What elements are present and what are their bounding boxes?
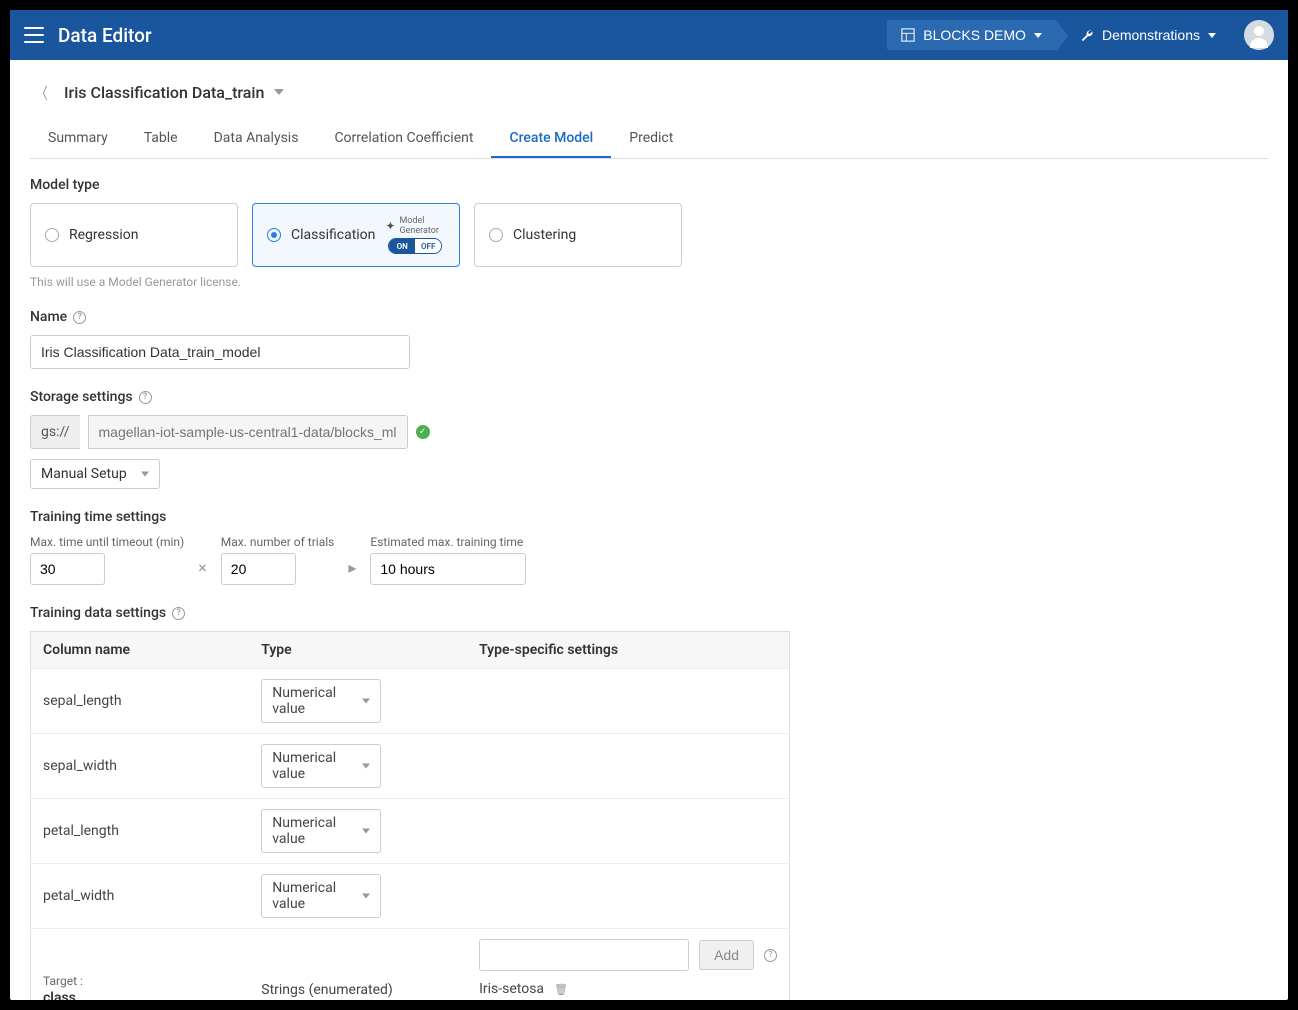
caret-down-icon xyxy=(1208,33,1216,38)
model-generator-label: Model Generator xyxy=(399,216,445,236)
est-time-label: Estimated max. training time xyxy=(370,535,526,549)
tab-predict[interactable]: Predict xyxy=(611,120,691,158)
check-circle-icon: ✓ xyxy=(416,425,430,439)
menu-icon[interactable] xyxy=(24,27,44,43)
storage-path-input[interactable] xyxy=(88,415,408,449)
storage-label: Storage settings xyxy=(30,389,133,405)
model-type-hint: This will use a Model Generator license. xyxy=(30,275,1268,289)
model-type-regression[interactable]: Regression xyxy=(30,203,238,267)
type-select[interactable]: Numerical value xyxy=(261,809,381,853)
tab-create-model[interactable]: Create Model xyxy=(491,120,611,158)
data-settings-label: Training data settings xyxy=(30,605,166,621)
help-icon[interactable]: ? xyxy=(764,949,777,962)
project-label: Demonstrations xyxy=(1102,27,1200,43)
breadcrumb-dropdown-icon[interactable] xyxy=(274,89,284,95)
avatar[interactable] xyxy=(1244,20,1274,50)
layers-icon xyxy=(901,28,915,42)
type-select[interactable]: Numerical value xyxy=(261,874,381,918)
type-select[interactable]: Numerical value xyxy=(261,744,381,788)
app-header: Data Editor BLOCKS DEMO Demonstrations xyxy=(10,10,1288,60)
spark-icon: ✦ xyxy=(385,219,395,233)
help-icon[interactable]: ? xyxy=(139,391,152,404)
trash-icon[interactable]: 🗑 xyxy=(554,983,568,996)
enum-value-input[interactable] xyxy=(479,939,689,971)
regression-label: Regression xyxy=(69,227,139,243)
workspace-button[interactable]: BLOCKS DEMO xyxy=(887,20,1056,50)
col-header-specific: Type-specific settings xyxy=(467,632,789,669)
table-row-target: Target : class Strings (enumerated) Add … xyxy=(31,929,790,1001)
max-trials-label: Max. number of trials xyxy=(221,535,335,549)
storage-setup-value: Manual Setup xyxy=(41,466,127,482)
storage-setup-select[interactable]: Manual Setup xyxy=(30,459,160,489)
enum-item: Iris-setosa 🗑 xyxy=(479,981,777,997)
add-enum-button[interactable]: Add xyxy=(699,940,754,970)
clustering-label: Clustering xyxy=(513,227,576,243)
radio-icon xyxy=(45,228,59,242)
column-name: petal_width xyxy=(31,864,250,929)
wrench-icon xyxy=(1080,28,1094,42)
type-select[interactable]: Numerical value xyxy=(261,679,381,723)
help-icon[interactable]: ? xyxy=(73,311,86,324)
max-time-input[interactable] xyxy=(30,553,105,585)
radio-checked-icon xyxy=(267,228,281,242)
radio-icon xyxy=(489,228,503,242)
app-title: Data Editor xyxy=(58,24,152,47)
tab-correlation[interactable]: Correlation Coefficient xyxy=(316,120,491,158)
col-header-name: Column name xyxy=(31,632,250,669)
table-row: sepal_length Numerical value xyxy=(31,669,790,734)
project-button[interactable]: Demonstrations xyxy=(1056,20,1230,50)
toggle-off: OFF xyxy=(415,239,441,253)
workspace-label: BLOCKS DEMO xyxy=(923,27,1026,43)
training-time-label: Training time settings xyxy=(30,509,1268,525)
breadcrumb-title: Iris Classification Data_train xyxy=(64,83,264,102)
classification-label: Classification xyxy=(291,227,375,243)
target-prefix: Target : xyxy=(43,974,237,988)
table-row: petal_width Numerical value xyxy=(31,864,790,929)
tab-data-analysis[interactable]: Data Analysis xyxy=(196,120,317,158)
caret-down-icon xyxy=(1034,33,1042,38)
back-chevron-icon[interactable]: 〈 xyxy=(34,76,51,108)
max-trials-input[interactable] xyxy=(221,553,296,585)
model-type-label: Model type xyxy=(30,177,1268,193)
model-type-clustering[interactable]: Clustering xyxy=(474,203,682,267)
model-type-classification[interactable]: Classification ✦ Model Generator ON OFF xyxy=(252,203,460,267)
column-name: petal_length xyxy=(31,799,250,864)
arrow-right-icon: ▸ xyxy=(348,558,356,585)
model-name-input[interactable] xyxy=(30,335,410,369)
max-time-label: Max. time until timeout (min) xyxy=(30,535,184,549)
column-name: sepal_width xyxy=(31,734,250,799)
training-data-table: Column name Type Type-specific settings … xyxy=(30,631,790,1000)
table-row: sepal_width Numerical value xyxy=(31,734,790,799)
name-label: Name xyxy=(30,309,67,325)
table-row: petal_length Numerical value xyxy=(31,799,790,864)
tab-bar: Summary Table Data Analysis Correlation … xyxy=(30,120,1268,159)
est-time-output xyxy=(370,553,526,585)
model-generator-toggle[interactable]: ON OFF xyxy=(388,238,442,254)
col-header-type: Type xyxy=(249,632,467,669)
target-name: class xyxy=(43,990,76,1000)
tab-summary[interactable]: Summary xyxy=(30,120,126,158)
help-icon[interactable]: ? xyxy=(172,607,185,620)
tab-table[interactable]: Table xyxy=(126,120,196,158)
target-type: Strings (enumerated) xyxy=(249,929,467,1001)
multiply-icon: × xyxy=(198,558,207,585)
column-name: sepal_length xyxy=(31,669,250,734)
toggle-on: ON xyxy=(389,239,415,253)
storage-prefix: gs:// xyxy=(30,415,80,449)
model-generator-block: ✦ Model Generator ON OFF xyxy=(385,216,445,254)
